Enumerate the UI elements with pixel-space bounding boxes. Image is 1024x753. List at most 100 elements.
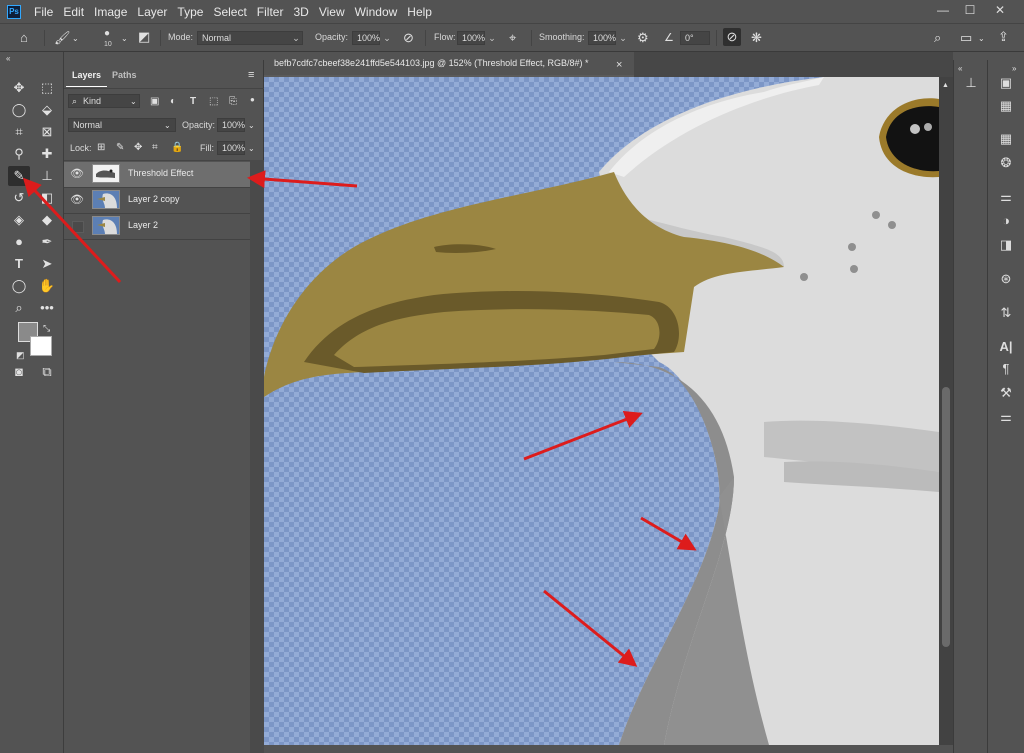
pressure-size-icon[interactable]: ⊘: [723, 28, 741, 46]
move-tool-icon[interactable]: ✥: [8, 78, 30, 98]
filter-adjustment-icon[interactable]: ◐: [170, 95, 176, 109]
more-tools-icon[interactable]: •••: [36, 298, 58, 318]
menu-layer[interactable]: Layer: [132, 0, 172, 24]
chevron-down-icon[interactable]: ⌄: [248, 142, 255, 156]
chevron-down-icon[interactable]: ⌄: [72, 32, 79, 46]
minimize-button[interactable]: —: [928, 0, 958, 20]
menu-filter[interactable]: Filter: [252, 0, 289, 24]
brush-tool-icon[interactable]: ✎: [8, 166, 30, 186]
swap-colors-icon[interactable]: ⤡: [43, 321, 50, 335]
home-icon[interactable]: ⌂: [20, 31, 28, 45]
adjustments-panel-icon[interactable]: ⚌: [997, 188, 1015, 206]
chevron-down-icon[interactable]: ⌄: [617, 31, 629, 45]
flow-input[interactable]: 100%: [457, 31, 485, 45]
collapse-icon[interactable]: «: [6, 52, 10, 66]
mode-select[interactable]: Normal: [197, 31, 303, 45]
layer-name[interactable]: Threshold Effect: [128, 168, 193, 178]
menu-file[interactable]: File: [29, 0, 58, 24]
lock-all-icon[interactable]: 🔒: [171, 141, 183, 155]
chevron-down-icon[interactable]: ⌄: [486, 31, 498, 45]
lasso-tool-icon[interactable]: ◯: [8, 100, 30, 120]
gear-icon[interactable]: ⚙: [637, 31, 649, 45]
chevron-down-icon[interactable]: ⌄: [164, 119, 171, 133]
background-color-swatch[interactable]: [30, 336, 52, 356]
tab-paths[interactable]: Paths: [106, 64, 143, 86]
lock-transparent-icon[interactable]: ⊞: [97, 141, 105, 155]
eyedropper-tool-icon[interactable]: ⚲: [8, 144, 30, 164]
menu-type[interactable]: Type: [172, 0, 208, 24]
filter-smartobject-icon[interactable]: ⎘: [229, 95, 237, 109]
marquee-tool-icon[interactable]: ⬚: [36, 78, 58, 98]
type-tool-icon[interactable]: T: [8, 254, 30, 274]
chevron-down-icon[interactable]: ⌄: [130, 95, 137, 109]
menu-edit[interactable]: Edit: [58, 0, 89, 24]
blend-mode-select[interactable]: Normal: [68, 118, 176, 132]
history-panel-icon[interactable]: ⊥: [962, 74, 980, 92]
layers-scrollbar[interactable]: [250, 160, 264, 753]
quick-mask-icon[interactable]: ◙: [8, 362, 30, 382]
paragraph-panel-icon[interactable]: ¶: [997, 360, 1015, 378]
menu-image[interactable]: Image: [89, 0, 132, 24]
lock-pixels-icon[interactable]: ✎: [116, 141, 124, 155]
healing-tool-icon[interactable]: ✚: [36, 144, 58, 164]
pressure-opacity-icon[interactable]: ⊘: [403, 31, 414, 45]
object-select-tool-icon[interactable]: ⬙: [36, 100, 58, 120]
close-button[interactable]: ✕: [985, 0, 1015, 20]
filter-toggle-icon[interactable]: ●: [250, 93, 255, 107]
brush-settings-icon[interactable]: ◩: [138, 30, 150, 44]
lock-position-icon[interactable]: ✥: [134, 141, 142, 155]
stamp-tool-icon[interactable]: ⊥: [36, 166, 58, 186]
layer-name[interactable]: Layer 2 copy: [128, 194, 180, 204]
scroll-up-icon[interactable]: ▲: [942, 79, 949, 93]
airbrush-icon[interactable]: ⌖: [509, 31, 516, 45]
frame-tool-icon[interactable]: ⊠: [36, 122, 58, 142]
menu-view[interactable]: View: [314, 0, 350, 24]
filter-pixel-icon[interactable]: ▣: [150, 95, 159, 109]
lock-artboard-icon[interactable]: ⌗: [152, 141, 158, 155]
menu-help[interactable]: Help: [402, 0, 437, 24]
symmetry-icon[interactable]: ❋: [751, 31, 762, 45]
ellipse-tool-icon[interactable]: ◯: [8, 276, 30, 296]
styles-panel-icon[interactable]: ◑: [997, 212, 1015, 230]
pen-tool-icon[interactable]: ✒: [36, 232, 58, 252]
chevron-down-icon[interactable]: ⌄: [978, 32, 985, 46]
history-brush-tool-icon[interactable]: ↺: [8, 188, 30, 208]
smoothing-input[interactable]: 100%: [588, 31, 616, 45]
chevron-down-icon[interactable]: ⌄: [381, 31, 393, 45]
brush-settings-panel-icon[interactable]: ⚒: [997, 384, 1015, 402]
chevron-down-icon[interactable]: ⌄: [248, 119, 255, 133]
path-select-tool-icon[interactable]: ➤: [36, 254, 58, 274]
close-icon[interactable]: ×: [616, 58, 622, 72]
filter-shape-icon[interactable]: ⬚: [209, 95, 218, 109]
search-icon[interactable]: ⌕: [934, 31, 941, 45]
default-colors-icon[interactable]: ◩: [16, 348, 25, 362]
layer-row-layer-2[interactable]: Layer 2: [64, 214, 250, 240]
properties-panel-icon[interactable]: ⚌: [997, 408, 1015, 426]
character-panel-icon[interactable]: A|: [997, 338, 1015, 356]
dodge-tool-icon[interactable]: ●: [8, 232, 30, 252]
menu-select[interactable]: Select: [208, 0, 251, 24]
hand-tool-icon[interactable]: ✋: [36, 276, 58, 296]
workspace-icon[interactable]: ▭: [960, 31, 972, 45]
screen-mode-icon[interactable]: ⧉: [36, 362, 58, 382]
document-canvas[interactable]: [264, 77, 939, 745]
scroll-thumb[interactable]: [942, 387, 950, 647]
share-icon[interactable]: ⇪: [998, 30, 1009, 44]
chevron-down-icon[interactable]: ⌄: [121, 32, 128, 46]
masks-panel-icon[interactable]: ◨: [997, 236, 1015, 254]
maximize-button[interactable]: ☐: [955, 0, 985, 20]
document-tab[interactable]: befb7cdfc7cbeef38e241ffd5e544103.jpg @ 1…: [264, 52, 634, 77]
patterns-panel-icon[interactable]: ❂: [997, 154, 1015, 172]
zoom-tool-icon[interactable]: ⌕: [8, 298, 30, 318]
brush-preset-icon[interactable]: 🖌: [54, 31, 71, 45]
paint-bucket-tool-icon[interactable]: ◈: [8, 210, 30, 230]
eye-icon[interactable]: 👁: [70, 167, 84, 181]
menu-3d[interactable]: 3D: [288, 0, 313, 24]
opacity-input[interactable]: 100%: [352, 31, 380, 45]
paths-panel-icon[interactable]: ⇅: [997, 304, 1015, 322]
layer-name[interactable]: Layer 2: [128, 220, 158, 230]
menu-window[interactable]: Window: [350, 0, 403, 24]
blur-tool-icon[interactable]: ◆: [36, 210, 58, 230]
eye-icon[interactable]: 👁: [70, 193, 84, 207]
panel-menu-icon[interactable]: ≡: [248, 68, 254, 82]
